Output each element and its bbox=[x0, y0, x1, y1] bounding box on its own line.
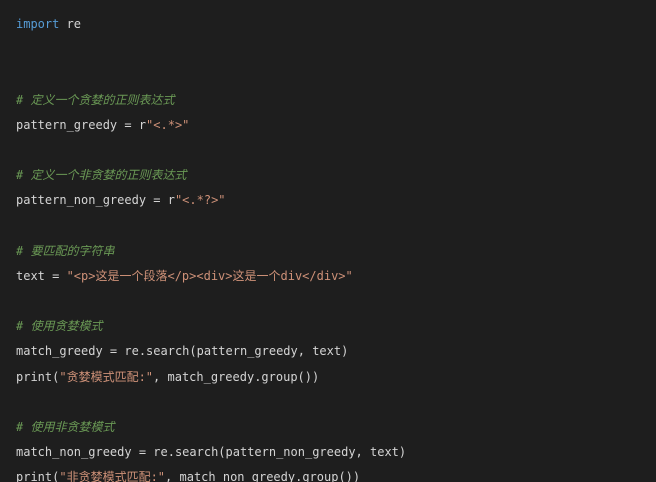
code-token-comment: # 定义一个贪婪的正则表达式 bbox=[16, 92, 175, 107]
code-token-plain: text = bbox=[16, 268, 67, 283]
code-token-keyword: import bbox=[16, 17, 60, 31]
code-editor[interactable]: import re # 定义一个贪婪的正则表达式 pattern_greedy = … bbox=[0, 0, 656, 482]
code-line: # 要匹配的字符串 bbox=[16, 239, 656, 264]
code-line: match_greedy = re.search(pattern_greedy,… bbox=[16, 339, 656, 364]
code-token-plain: print( bbox=[16, 369, 60, 384]
code-token-plain: match_greedy = re.search(pattern_greedy,… bbox=[16, 344, 349, 359]
code-token-string: "<p>这是一个段落</p><div>这是一个div</div>" bbox=[66, 268, 353, 283]
code-token-comment: # 使用非贪婪模式 bbox=[16, 420, 115, 434]
code-line: # 定义一个非贪婪的正则表达式 bbox=[16, 163, 656, 188]
code-token-plain: , match_greedy.group()) bbox=[153, 369, 320, 384]
code-block[interactable]: import re # 定义一个贪婪的正则表达式 pattern_greedy = … bbox=[16, 12, 656, 482]
code-token-plain: pattern_greedy = r bbox=[16, 117, 147, 132]
code-line: print("贪婪模式匹配:", match_greedy.group()) bbox=[16, 365, 656, 390]
code-token-plain: match_non_greedy = re.search(pattern_non… bbox=[16, 445, 407, 460]
code-token-comment: # 定义一个非贪婪的正则表达式 bbox=[16, 168, 187, 183]
code-line: import re bbox=[16, 12, 656, 37]
code-token-string: "贪婪模式匹配:" bbox=[59, 369, 154, 384]
code-token-plain: , match_non_greedy.group()) bbox=[165, 470, 361, 482]
code-line: # 定义一个贪婪的正则表达式 bbox=[16, 88, 656, 113]
code-token-string: "<.*>" bbox=[146, 117, 190, 132]
code-token-comment: # 使用贪婪模式 bbox=[16, 319, 103, 334]
code-token-comment: # 要匹配的字符串 bbox=[16, 243, 115, 258]
code-line: # 使用贪婪模式 bbox=[16, 314, 656, 339]
code-line: # 使用非贪婪模式 bbox=[16, 415, 656, 440]
code-line: pattern_greedy = r"<.*>" bbox=[16, 113, 656, 138]
code-token-plain: pattern_non_greedy = r bbox=[16, 193, 175, 208]
code-token-plain: print( bbox=[16, 470, 60, 482]
code-line: match_non_greedy = re.search(pattern_non… bbox=[16, 440, 656, 465]
code-token-string: "非贪婪模式匹配:" bbox=[59, 470, 166, 482]
code-line: text = "<p>这是一个段落</p><div>这是一个div</div>" bbox=[16, 264, 656, 289]
code-line: print("非贪婪模式匹配:", match_non_greedy.group… bbox=[16, 465, 656, 482]
code-token-string: "<.*?>" bbox=[174, 193, 226, 208]
code-token-plain: re bbox=[59, 17, 82, 31]
code-line: pattern_non_greedy = r"<.*?>" bbox=[16, 188, 656, 213]
